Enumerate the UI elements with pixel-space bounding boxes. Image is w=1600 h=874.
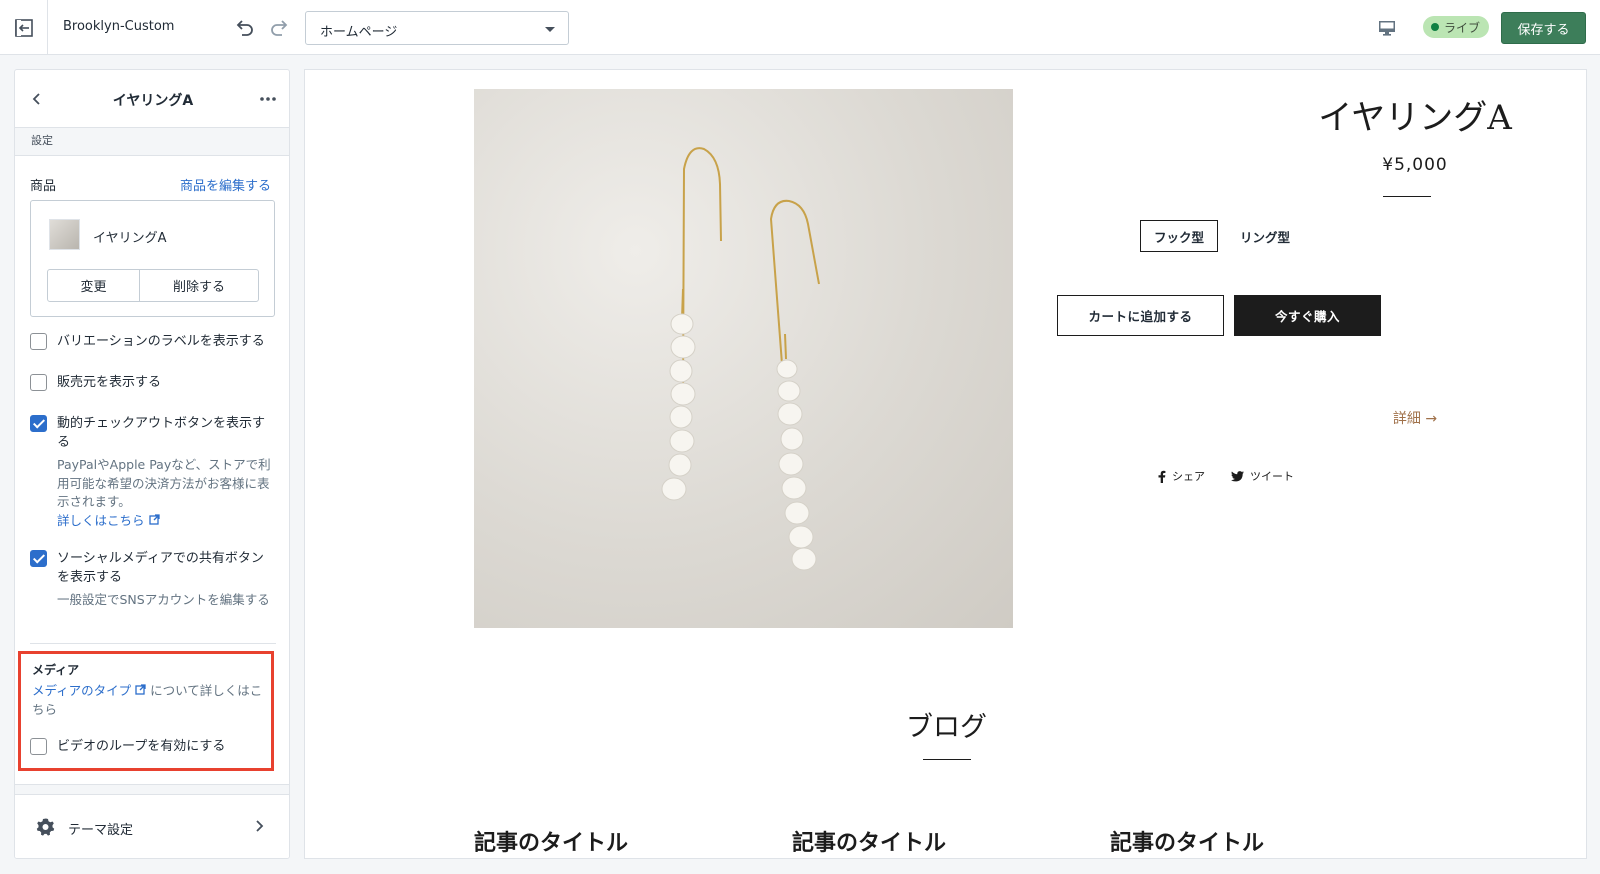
exit-icon — [14, 18, 33, 37]
checkbox[interactable] — [30, 738, 47, 755]
product-button-group: 変更 削除する — [47, 269, 259, 302]
sidebar-header: イヤリングA — [15, 70, 289, 128]
desktop-icon — [1379, 21, 1395, 36]
undo-icon — [236, 20, 253, 36]
sidebar: イヤリングA 設定 商品 商品を編集する イヤリングA 変更 削除する バリエー… — [14, 69, 290, 859]
media-section-title: メディア — [32, 663, 80, 677]
media-types-link-label: メディアのタイプ — [32, 683, 132, 698]
buy-now-button[interactable]: 今すぐ購入 — [1234, 295, 1381, 336]
twitter-icon — [1231, 470, 1244, 481]
details-link[interactable]: 詳細 → — [1055, 408, 1586, 428]
product-image[interactable] — [474, 89, 1013, 628]
product-label: 商品 — [30, 179, 57, 194]
caret-down-icon — [545, 27, 555, 32]
redo-button[interactable] — [268, 15, 292, 39]
media-section-highlight: メディア メディアのタイプ について詳しくはこちら ビデオのループを有効にする — [18, 651, 274, 771]
external-link-icon — [148, 513, 160, 525]
option-help: 一般設定でSNSアカウントを編集する — [57, 592, 270, 607]
theme-settings-row[interactable]: テーマ設定 — [15, 784, 289, 858]
article-title[interactable]: 記事のタイトル — [1110, 825, 1264, 857]
tweet-button[interactable]: ツイート — [1231, 468, 1294, 484]
product-thumbnail — [49, 219, 80, 250]
option-help-text: PayPalやApple Payなど、ストアで利用可能な希望の決済方法がお客様に… — [57, 457, 271, 509]
external-link-icon — [135, 684, 146, 695]
article-title[interactable]: 記事のタイトル — [792, 825, 946, 857]
chevron-right-icon — [251, 818, 267, 834]
footer-band — [15, 785, 289, 795]
desktop-preview-button[interactable] — [1375, 16, 1399, 40]
sidebar-title: イヤリングA — [112, 93, 194, 109]
page-select-value: ホームページ — [320, 25, 398, 40]
earrings-image — [661, 147, 820, 571]
more-actions-button[interactable] — [258, 89, 278, 109]
save-button[interactable]: 保存する — [1501, 12, 1586, 44]
checkbox-checked[interactable] — [30, 415, 47, 432]
change-product-button[interactable]: 変更 — [48, 270, 140, 301]
product-price: ¥5,000 — [1382, 155, 1448, 175]
product-title: イヤリングA — [1318, 98, 1512, 138]
option-label: 動的チェックアウトボタンを表示する — [57, 416, 266, 450]
exit-editor-button[interactable] — [0, 0, 48, 55]
checkbox[interactable] — [30, 333, 47, 350]
live-badge: ライブ — [1423, 16, 1490, 38]
blog-heading: ブログ — [906, 712, 987, 743]
top-bar: Brooklyn-Custom ホームページ ライブ 保存する — [0, 0, 1600, 55]
more-horizontal-icon — [260, 97, 276, 101]
remove-product-button[interactable]: 削除する — [140, 270, 258, 301]
product-name: イヤリングA — [93, 231, 167, 246]
variant-ring-button[interactable]: リング型 — [1226, 220, 1304, 252]
article-title[interactable]: 記事のタイトル — [474, 825, 628, 857]
share-label: シェア — [1172, 470, 1205, 483]
live-badge-label: ライブ — [1444, 20, 1481, 35]
theme-name: Brooklyn-Custom — [63, 19, 175, 34]
learn-more-link[interactable]: 詳しくはこちら — [57, 513, 160, 528]
live-dot-icon — [1431, 23, 1439, 31]
product-card: イヤリングA 変更 削除する — [30, 200, 275, 317]
checkbox[interactable] — [30, 374, 47, 391]
page-select[interactable]: ホームページ — [305, 11, 569, 45]
tweet-label: ツイート — [1250, 470, 1294, 483]
redo-icon — [271, 20, 288, 36]
option-label: 販売元を表示する — [57, 375, 162, 390]
settings-section-band: 設定 — [15, 128, 289, 156]
undo-button[interactable] — [232, 15, 256, 39]
media-description: メディアのタイプ について詳しくはこちら — [32, 682, 267, 719]
divider — [30, 643, 276, 644]
option-label: ソーシャルメディアでの共有ボタンを表示する — [57, 551, 264, 585]
edit-product-link[interactable]: 商品を編集する — [180, 175, 271, 194]
blog-divider — [923, 759, 971, 760]
facebook-icon — [1158, 470, 1166, 483]
settings-section-label: 設定 — [31, 134, 53, 147]
store-preview: イヤリングA ¥5,000 フック型 リング型 カートに追加する 今すぐ購入 詳… — [304, 69, 1587, 859]
option-help: PayPalやApple Payなど、ストアで利用可能な希望の決済方法がお客様に… — [57, 456, 272, 530]
learn-more-link-label: 詳しくはこちら — [57, 512, 145, 528]
media-types-link[interactable]: メディアのタイプ — [32, 683, 150, 698]
add-to-cart-button[interactable]: カートに追加する — [1057, 295, 1224, 336]
checkbox-checked[interactable] — [30, 550, 47, 567]
gear-icon — [36, 818, 55, 836]
option-label: ビデオのループを有効にする — [57, 739, 226, 754]
share-button[interactable]: シェア — [1157, 468, 1205, 484]
theme-settings-label: テーマ設定 — [68, 823, 134, 838]
option-label: バリエーションのラベルを表示する — [57, 334, 265, 349]
variant-hook-button[interactable]: フック型 — [1140, 220, 1218, 252]
title-divider — [1383, 196, 1431, 197]
